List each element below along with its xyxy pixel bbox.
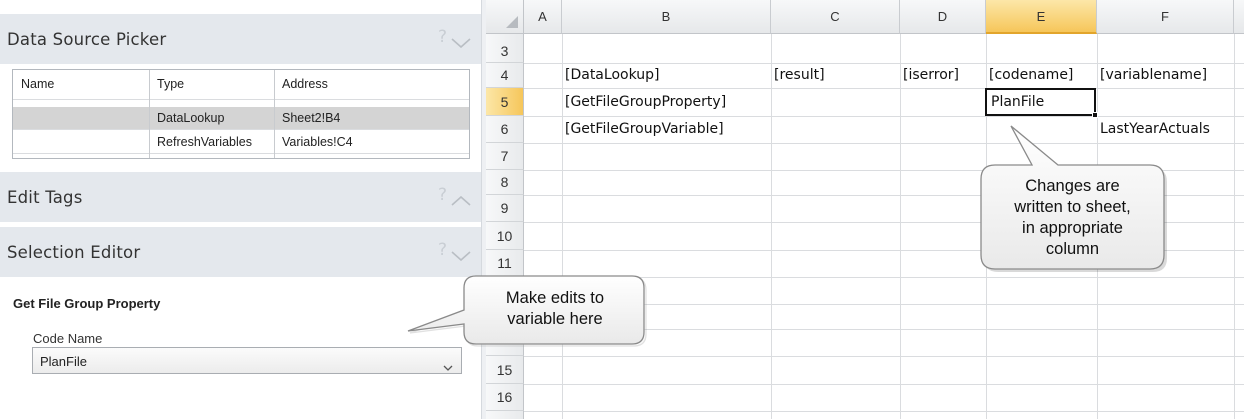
task-pane: Data Source Picker ? Name Type Address D… <box>0 0 481 419</box>
row-header[interactable]: 11 <box>486 250 524 277</box>
table-row[interactable]: DataLookup Sheet2!B4 <box>13 107 469 129</box>
select-all-icon <box>506 16 518 28</box>
edit-tags-title: Edit Tags <box>7 188 83 207</box>
grid-line <box>771 34 772 419</box>
row-header[interactable]: 5 <box>486 88 524 116</box>
row-header[interactable]: 15 <box>486 356 524 384</box>
callout-make-edits: Make edits to variable here <box>405 274 647 354</box>
grid-line <box>900 34 901 419</box>
callout-line: written to sheet, <box>1014 198 1131 216</box>
editor-title: Get File Group Property <box>13 296 161 311</box>
chevron-down-icon[interactable] <box>443 357 453 371</box>
grid-line <box>562 34 563 419</box>
row-divider <box>13 153 469 154</box>
row-header[interactable]: 10 <box>486 222 524 250</box>
data-source-picker-header[interactable]: Data Source Picker ? <box>0 14 481 64</box>
column-header-b[interactable]: B <box>562 0 771 34</box>
data-source-picker-title: Data Source Picker <box>7 30 167 49</box>
chevron-down-icon[interactable] <box>451 38 471 48</box>
chevron-down-icon[interactable] <box>451 251 471 261</box>
cell-c4[interactable]: [result] <box>774 64 825 86</box>
app-window: Data Source Picker ? Name Type Address D… <box>0 0 1244 419</box>
cell-f4[interactable]: [variablename] <box>1100 64 1207 86</box>
row-name <box>13 131 149 153</box>
column-divider <box>149 70 150 158</box>
grid-line <box>1234 34 1235 419</box>
selection-editor-title: Selection Editor <box>7 243 141 262</box>
edit-tags-header[interactable]: Edit Tags ? <box>0 172 481 222</box>
row-header[interactable]: 4 <box>486 63 524 88</box>
help-icon[interactable]: ? <box>438 240 447 260</box>
grid-line <box>524 356 1244 357</box>
chevron-up-icon[interactable] <box>451 196 471 206</box>
column-header-d[interactable]: D <box>900 0 986 34</box>
fill-handle[interactable] <box>1092 112 1098 118</box>
code-name-value: PlanFile <box>40 354 87 369</box>
help-icon[interactable]: ? <box>438 27 447 47</box>
grid-line <box>524 384 1244 385</box>
callout-changes-written: Changes are written to sheet, in appropr… <box>978 122 1173 274</box>
row-header[interactable]: 9 <box>486 195 524 222</box>
column-divider <box>274 70 275 158</box>
cell-d4[interactable]: [iserror] <box>903 64 959 86</box>
grid-line <box>524 88 1244 89</box>
row-header[interactable]: 3 <box>486 34 524 63</box>
column-header-name[interactable]: Name <box>13 72 149 94</box>
table-header-row: Name Type Address <box>13 72 469 98</box>
row-name <box>13 107 149 129</box>
cell-b6[interactable]: [GetFileGroupVariable] <box>565 118 724 140</box>
help-icon[interactable]: ? <box>438 185 447 205</box>
code-name-label: Code Name <box>33 331 103 346</box>
row-header[interactable]: 6 <box>486 116 524 143</box>
column-header-a[interactable]: A <box>524 0 562 34</box>
row-header[interactable] <box>486 411 524 419</box>
row-header[interactable]: 8 <box>486 170 524 195</box>
callout-line: column <box>1045 240 1100 258</box>
callout-line: Make edits to <box>505 289 605 307</box>
row-divider <box>13 129 469 130</box>
table-divider <box>13 99 469 100</box>
active-cell-indicator[interactable] <box>985 88 1096 116</box>
callout-line: variable here <box>507 310 603 328</box>
code-name-select[interactable]: PlanFile <box>32 347 462 374</box>
column-header-e[interactable]: E <box>986 0 1097 34</box>
row-address: Sheet2!B4 <box>282 111 341 125</box>
select-all-button[interactable] <box>486 0 524 34</box>
callout-line: in appropriate <box>1022 219 1123 237</box>
column-header-g[interactable] <box>1234 0 1244 34</box>
grid-line <box>524 411 1244 412</box>
grid-line <box>524 116 1244 117</box>
callout-text: Changes are written to sheet, in appropr… <box>981 176 1164 260</box>
row-header[interactable]: 16 <box>486 384 524 411</box>
column-header-address[interactable]: Address <box>274 72 469 94</box>
column-header-type[interactable]: Type <box>149 72 274 94</box>
row-header[interactable]: 7 <box>486 143 524 170</box>
row-type: DataLookup <box>157 111 225 125</box>
column-header-c[interactable]: C <box>771 0 900 34</box>
row-type: RefreshVariables <box>157 135 252 149</box>
cell-e4[interactable]: [codename] <box>989 64 1073 86</box>
column-header-f[interactable]: F <box>1097 0 1234 34</box>
table-row[interactable]: RefreshVariables Variables!C4 <box>13 131 469 153</box>
row-address: Variables!C4 <box>282 135 353 149</box>
callout-text: Make edits to variable here <box>466 288 644 330</box>
selection-editor-header[interactable]: Selection Editor ? <box>0 227 481 277</box>
cell-b4[interactable]: [DataLookup] <box>565 64 659 86</box>
callout-line: Changes are <box>1025 177 1120 195</box>
cell-b5[interactable]: [GetFileGroupProperty] <box>565 91 726 113</box>
data-source-table: Name Type Address DataLookup Sheet2!B4 R… <box>12 69 470 159</box>
